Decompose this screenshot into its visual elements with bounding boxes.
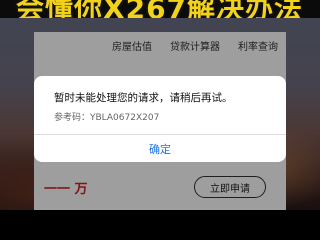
reference-code: 参考码：YBLA0672X207: [54, 113, 160, 123]
error-message: 暂时未能处理您的请求，请稍后再试。: [54, 92, 233, 104]
error-alert-dialog: 暂时未能处理您的请求，请稍后再试。 参考码：YBLA0672X207 确定: [34, 76, 286, 162]
banner-headline: 会懂你X267解决办法: [16, 0, 304, 18]
confirm-button[interactable]: 确定: [34, 135, 286, 162]
bottom-bar: [0, 210, 320, 240]
video-title-banner: 会懂你X267解决办法: [0, 0, 320, 18]
